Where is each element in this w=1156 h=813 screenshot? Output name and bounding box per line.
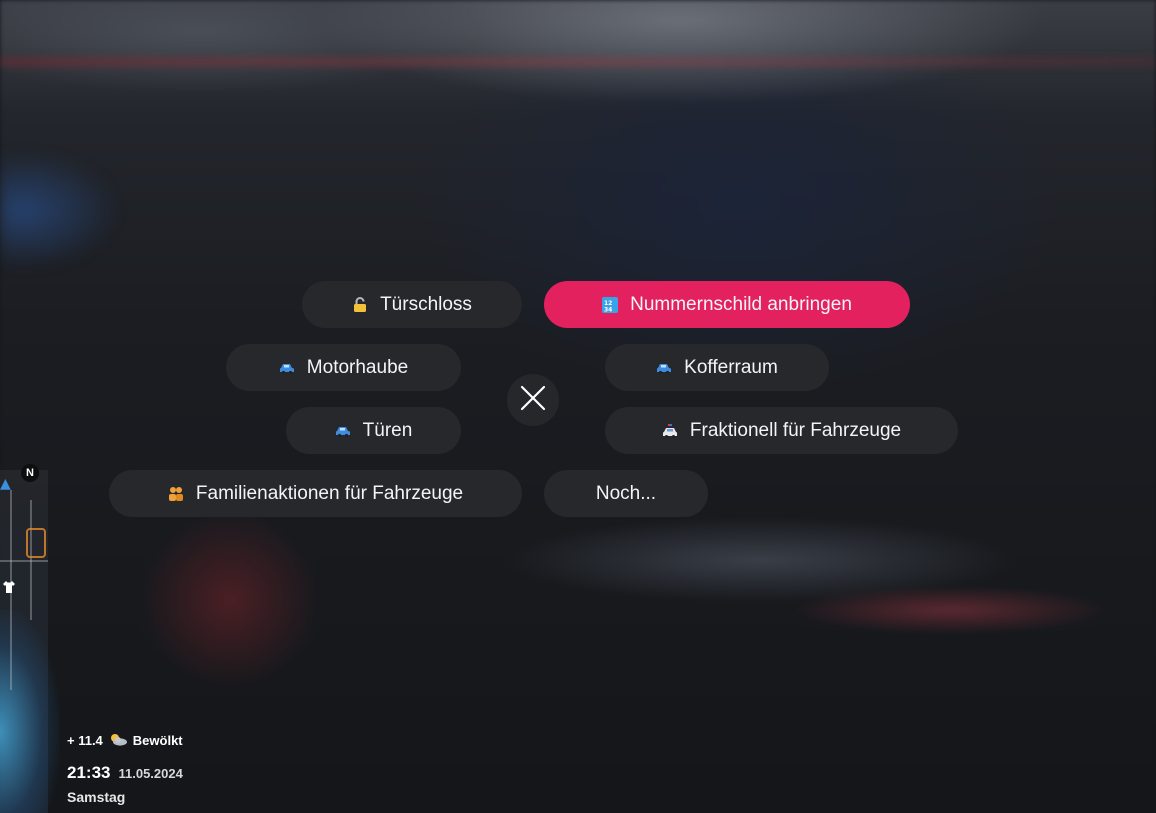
- close-icon: [520, 385, 546, 415]
- family-icon: [168, 486, 184, 502]
- clothing-shop-icon: [2, 580, 16, 598]
- weekday: Samstag: [67, 789, 126, 805]
- map-pin-icon: ▲: [0, 476, 11, 492]
- weather-condition: Bewölkt: [132, 733, 183, 748]
- menu-item-label: Motorhaube: [306, 356, 409, 378]
- minimap-water: [0, 610, 60, 813]
- close-menu-button[interactable]: [507, 374, 559, 426]
- car-icon: [656, 360, 672, 376]
- numbers-icon: 12 34: [602, 296, 619, 313]
- background-light-band: [0, 58, 1156, 66]
- menu-item-label: Türschloss: [380, 293, 472, 315]
- car-icon: [335, 423, 351, 439]
- date: 11.05.2024: [118, 766, 183, 781]
- menu-item-hood[interactable]: Motorhaube: [226, 344, 461, 391]
- menu-item-faction-vehicles[interactable]: Fraktionell für Fahrzeuge: [605, 407, 958, 454]
- menu-item-label: Noch...: [595, 482, 657, 504]
- time: 21:33: [67, 763, 111, 782]
- clock: 21:33 11.05.2024: [67, 763, 183, 783]
- minimap-road: [0, 560, 48, 562]
- car-icon: [279, 360, 295, 376]
- police-car-icon: [662, 423, 678, 439]
- menu-item-doors[interactable]: Türen: [286, 407, 461, 454]
- background-blue-light: [0, 150, 120, 270]
- menu-item-trunk[interactable]: Kofferraum: [605, 344, 829, 391]
- minimap-road: [30, 500, 32, 620]
- temperature: + 11.4: [67, 733, 103, 748]
- blurred-game-background: [0, 0, 1156, 813]
- cloudy-icon: [108, 732, 128, 749]
- svg-text:34: 34: [604, 306, 612, 313]
- menu-item-license-plate[interactable]: 12 34 Nummernschild anbringen: [544, 281, 910, 328]
- menu-item-label: Fraktionell für Fahrzeuge: [689, 419, 902, 441]
- menu-item-label: Türen: [362, 419, 413, 441]
- menu-item-more[interactable]: Noch...: [544, 470, 708, 517]
- menu-item-label: Kofferraum: [684, 356, 778, 378]
- menu-item-family-actions[interactable]: Familienaktionen für Fahrzeuge: [109, 470, 522, 517]
- menu-item-label: Familienaktionen für Fahrzeuge: [195, 482, 464, 504]
- menu-item-door-lock[interactable]: Türschloss: [302, 281, 522, 328]
- padlock-icon: [352, 296, 368, 313]
- compass-north: N: [21, 464, 39, 482]
- weather-display: + 11.4 Bewölkt: [67, 732, 183, 749]
- menu-item-label: Nummernschild anbringen: [630, 293, 852, 315]
- minimap-marker: [26, 528, 46, 558]
